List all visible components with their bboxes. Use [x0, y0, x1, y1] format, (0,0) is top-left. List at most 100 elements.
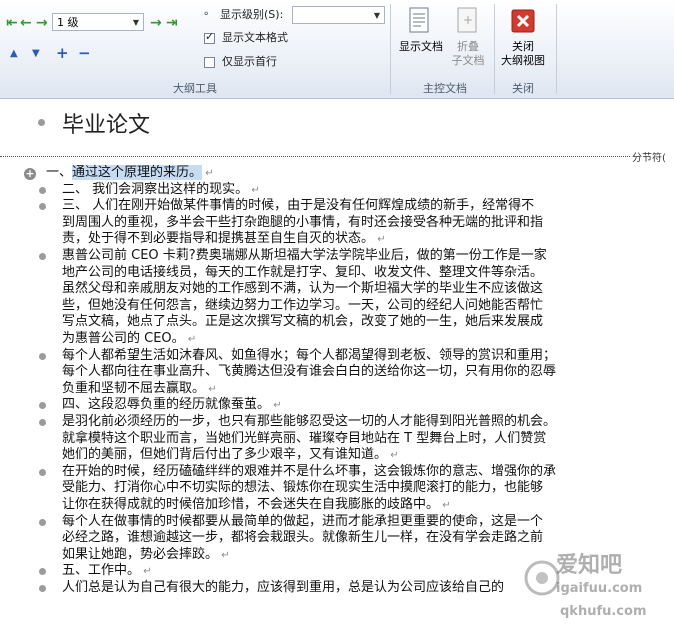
line-text: 地产公司的电话接线员，每天的工作就是打字、复印、收发文件、整理文件等杂活。	[62, 264, 544, 280]
group-divider	[556, 4, 557, 94]
outline-bullet-icon[interactable]	[39, 518, 46, 526]
outline-text-line[interactable]: 责，处于得不到必要指导和提携甚至自生自灭的状态。 ↵	[62, 231, 386, 248]
paragraph-mark-icon: ↵	[140, 566, 152, 578]
outline-text-line[interactable]: 惠普公司前 CEO 卡莉?费奥瑞娜从斯坦福大学法学院毕业后，做的第一份工作是一家	[62, 248, 547, 264]
watermark-brand: 爱知吧	[556, 553, 623, 578]
outline-bullet-icon[interactable]	[39, 352, 46, 360]
outline-bullet-icon[interactable]	[39, 203, 46, 211]
selected-text: 通过这个原理的来历。	[72, 165, 203, 180]
master-document-group-label: 主控文档	[423, 82, 467, 95]
outline-text-line[interactable]: 让你在获得成就的时候倍加珍惜，不会迷失在自我膨胀的歧路中。 ↵	[62, 497, 451, 514]
line-text: 虽然父母和亲戚朋友对她的工作感到不满，认为一个斯坦福大学的毕业生不应该做这	[62, 281, 544, 297]
outline-text-line[interactable]: 她们的美丽，但她们背后付出了多少艰辛，又有谁知道。 ↵	[62, 447, 399, 464]
outline-bullet-icon[interactable]	[39, 419, 46, 426]
outline-text-line[interactable]: 人们总是认为自己有很大的能力，应该得到重用，总是认为公司应该给自己的	[62, 580, 504, 596]
outline-text-line[interactable]: 每个人都向往在事业高升、飞黄腾达但没有谁会白白的送给你这一切，只有用你的忍辱	[62, 364, 556, 380]
document-area[interactable]: 毕业论文 分节符( + 一、通过这个原理的来历。 ↵ 二、 我们会洞察出这样的现实…	[0, 99, 674, 624]
outline-text-line[interactable]: 必经之路，谁想逾越这一步，都将会栽跟头。就像新生儿一样，在没有学会走路之前	[62, 530, 543, 546]
line-text: 写点文稿，她点了点头。正是这次撰写文稿的机会，改变了她的一生，她后来发展成	[62, 314, 544, 330]
line-text: 每个人都希望生活如沐春风、如鱼得水；每个人都渴望得到老板、领导的赏识和重用；	[62, 347, 557, 363]
outline-text-line[interactable]: 写点文稿，她点了点头。正是这次撰写文稿的机会，改变了她的一生，她后来发展成	[62, 314, 543, 330]
heading-number: 一、	[46, 165, 73, 180]
outline-text-line[interactable]: 三、 人们在刚开始做某件事情的时候，由于是没有任何辉煌成绩的新手，经常得不	[62, 198, 534, 214]
close-outline-view-button-line1[interactable]: 关闭	[498, 40, 548, 54]
outline-level-select[interactable]: 1 级 ▼	[52, 13, 144, 31]
section-break-line	[0, 156, 630, 157]
first-line-only-checkbox[interactable]	[204, 57, 215, 68]
demote-arrow-icon[interactable]: →	[150, 15, 162, 31]
outline-bullet-icon[interactable]	[39, 468, 46, 476]
line-text: 为惠普公司的 CEO。	[62, 331, 185, 346]
outline-bullet-icon[interactable]	[39, 253, 46, 260]
line-text: 些，但她没有任何怨言，继续边努力工作边学习。一天，公司的经纪人问她能否帮忙	[62, 297, 544, 313]
outline-ribbon: ⇤ ← → 1 级 ▼ → ⇥ ▲ ▼ + − ⚬ 显示级别(S): ▼ 显示文…	[0, 0, 674, 99]
show-level-icon: ⚬	[202, 9, 211, 20]
group-divider	[494, 4, 495, 94]
outline-text-line[interactable]: 虽然父母和亲戚朋友对她的工作感到不满，认为一个斯坦福大学的毕业生不应该做这	[62, 281, 543, 297]
collapse-subdocuments-icon[interactable]: +	[455, 6, 481, 36]
paragraph-mark-icon: ↵	[439, 500, 451, 511]
outline-text-line[interactable]: 如果让她跑，势必会摔跤。 ↵	[62, 547, 230, 564]
show-text-format-checkbox[interactable]	[204, 30, 215, 44]
show-document-button[interactable]: 显示文档	[396, 40, 446, 54]
demote-icon[interactable]: →	[36, 15, 48, 31]
outline-bullet-icon[interactable]	[38, 119, 45, 126]
outline-text-line[interactable]: 每个人都希望生活如沐春风、如鱼得水；每个人都渴望得到老板、领导的赏识和重用；	[62, 348, 556, 364]
close-outline-view-button-line2[interactable]: 大纲视图	[494, 54, 552, 68]
outline-text-line[interactable]: 是羽化前必须经历的一步，也只有那些能够忍受这一切的人才能得到阳光普照的机会。	[62, 414, 556, 430]
outline-text-line[interactable]: 受能力、打消你心中不切实际的想法、锻炼你在现实生活中摸爬滚打的能力，也能够	[62, 480, 543, 496]
show-level-label: 显示级别(S):	[220, 8, 284, 21]
line-text: 她们的美丽，但她们背后付出了多少艰辛，又有谁知道。	[62, 447, 388, 463]
paragraph-mark-icon: ↵	[218, 549, 230, 561]
line-text: 二、 我们会洞察出这样的现实。	[62, 181, 249, 197]
first-line-only-label: 仅显示首行	[222, 55, 277, 68]
promote-icon[interactable]: ←	[20, 15, 32, 31]
watermark-domain: igaifuu.com	[556, 581, 643, 596]
show-document-icon[interactable]	[407, 6, 433, 36]
outline-bullet-icon[interactable]	[39, 568, 46, 576]
line-text: 人们总是认为自己有很大的能力，应该得到重用，总是认为公司应该给自己的	[62, 580, 505, 595]
outline-text-line[interactable]: 负重和坚韧不屈去赢取。 ↵	[62, 381, 217, 398]
outline-text-line[interactable]: 就拿模特这个职业而言，当她们光鲜亮丽、璀璨夺目地站在 T 型舞台上时，人们赞赏	[62, 431, 546, 447]
expand-heading-icon[interactable]: +	[24, 168, 36, 180]
group-divider	[390, 4, 391, 94]
line-text: 必经之路，谁想逾越这一步，都将会栽跟头。就像新生儿一样，在没有学会走路之前	[62, 530, 544, 546]
outline-bullet-icon[interactable]	[39, 585, 46, 592]
line-text: 就拿模特这个职业而言，当她们光鲜亮丽、璀璨夺目地站在 T 型舞台上时，人们赞赏	[62, 430, 547, 446]
paragraph-mark-icon: ↵	[184, 334, 197, 345]
outline-text-line[interactable]: 五、工作中。 ↵	[62, 563, 152, 580]
paragraph-mark-icon: ↵	[374, 234, 386, 246]
show-level-select[interactable]: ▼	[292, 6, 385, 24]
document-title: 毕业论文	[62, 113, 151, 138]
close-outline-view-icon[interactable]	[510, 8, 536, 34]
line-text: 受能力、打消你心中不切实际的想法、锻炼你在现实生活中摸爬滚打的能力，也能够	[62, 480, 544, 496]
paragraph-mark-icon: ↵	[270, 400, 282, 412]
outline-text-line[interactable]: 些，但她没有任何怨言，继续边努力工作边学习。一天，公司的经纪人问她能否帮忙	[62, 298, 543, 314]
line-text: 负重和坚韧不屈去赢取。	[62, 380, 206, 396]
promote-to-heading1-icon[interactable]: ⇤	[6, 15, 18, 31]
demote-to-body-icon[interactable]: ⇥	[166, 15, 178, 31]
outline-bullet-icon[interactable]	[39, 186, 46, 194]
move-down-icon[interactable]: ▼	[32, 46, 40, 62]
outline-text-line[interactable]: 每个人在做事情的时候都要从最简单的做起，进而才能承担更重要的使命，这是一个	[62, 514, 543, 530]
outline-text-line[interactable]: 到周围人的重视，多半会干些打杂跑腿的小事情，有时还会接受各种无端的批评和指	[62, 215, 543, 231]
outline-text-line[interactable]: 四、这段忍辱负重的经历就像蚕茧。 ↵	[62, 397, 282, 414]
outline-bullet-icon[interactable]	[39, 402, 46, 410]
collapse-icon[interactable]: −	[78, 45, 91, 61]
move-up-icon[interactable]: ▲	[10, 46, 18, 62]
outline-text-line[interactable]: 为惠普公司的 CEO。 ↵	[62, 331, 196, 348]
line-text: 三、 人们在刚开始做某件事情的时候，由于是没有任何辉煌成绩的新手，经常得不	[62, 198, 535, 214]
line-text: 在开始的时候，经历磕磕绊绊的艰难并不是什么坏事，这会锻炼你的意志、增强你的承	[62, 463, 557, 479]
outline-text-line[interactable]: 二、 我们会洞察出这样的现实。 ↵	[62, 182, 260, 199]
expand-icon[interactable]: +	[56, 45, 69, 61]
outline-text-line[interactable]: 地产公司的电话接线员，每天的工作就是打字、复印、收发文件、整理文件等杂活。	[62, 265, 543, 281]
paragraph-mark-icon: ↵	[205, 383, 217, 395]
line-text: 五、工作中。	[62, 563, 141, 579]
section-break-label: 分节符(	[632, 153, 666, 164]
collapse-subdocuments-button-line2[interactable]: 子文档	[448, 54, 488, 68]
outline-text-line[interactable]: 在开始的时候，经历磕磕绊绊的艰难并不是什么坏事，这会锻炼你的意志、增强你的承	[62, 464, 556, 480]
line-text: 到周围人的重视，多半会干些打杂跑腿的小事情，有时还会接受各种无端的批评和指	[62, 214, 544, 230]
outline-text-line[interactable]: 一、通过这个原理的来历。 ↵	[46, 165, 214, 182]
collapse-subdocuments-button-line1[interactable]: 折叠	[448, 40, 488, 54]
line-text: 是羽化前必须经历的一步，也只有那些能够忍受这一切的人才能得到阳光普照的机会。	[62, 414, 557, 429]
